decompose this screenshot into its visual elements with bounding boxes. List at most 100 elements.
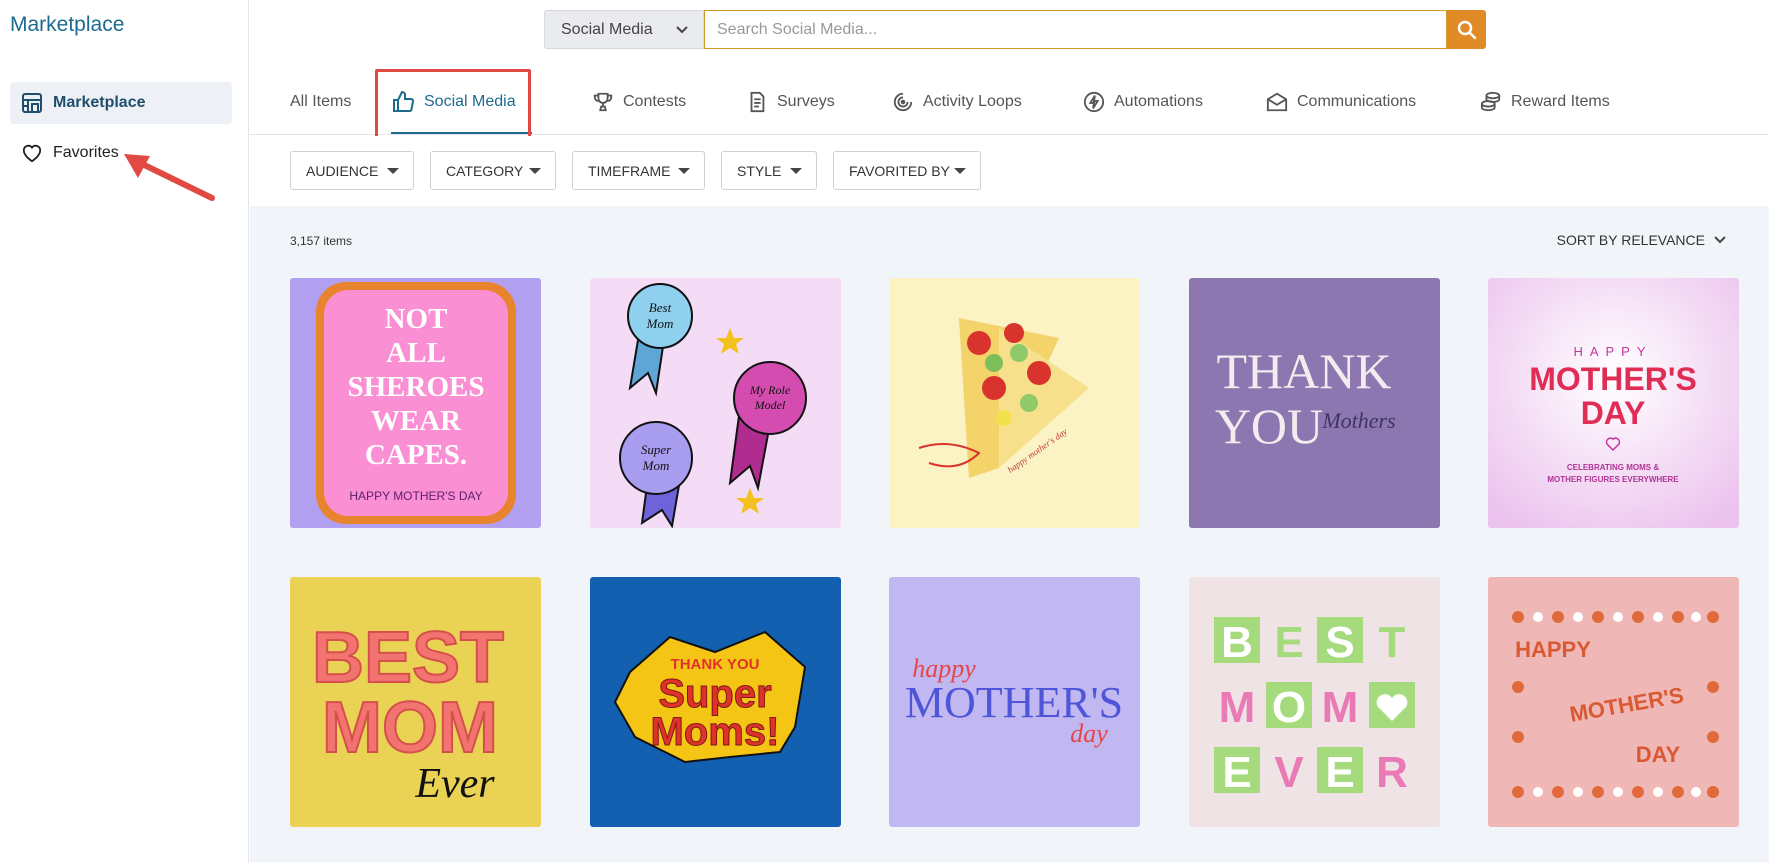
filter-bar: AUDIENCE CATEGORY TIMEFRAME STYLE FAVORI… xyxy=(250,136,1769,206)
filter-favorited-by[interactable]: FAVORITED BY xyxy=(833,151,981,190)
tab-communications[interactable]: Communications xyxy=(1266,70,1416,134)
search-input[interactable] xyxy=(704,10,1447,49)
caret-down-icon xyxy=(529,168,541,174)
coins-icon xyxy=(1480,91,1502,113)
tab-automations[interactable]: Automations xyxy=(1083,70,1203,134)
card-text: E xyxy=(1222,748,1251,797)
chevron-down-icon xyxy=(1714,236,1726,244)
card-thumbnail: happy MOTHER'S day xyxy=(889,577,1140,827)
tab-reward-items[interactable]: Reward Items xyxy=(1480,70,1610,134)
card-text: Model xyxy=(754,398,786,412)
tab-all-items[interactable]: All Items xyxy=(290,70,351,134)
item-card[interactable]: BEST MOM Ever xyxy=(290,577,541,827)
tab-label: Communications xyxy=(1297,93,1417,110)
card-text: HAPPY xyxy=(1515,637,1591,662)
filter-label: FAVORITED BY xyxy=(849,162,950,179)
sort-dropdown[interactable]: SORT BY RELEVANCE xyxy=(1557,232,1727,248)
item-card[interactable]: HAPPY MOTHER'S DAY xyxy=(1488,577,1739,827)
card-text: R xyxy=(1376,748,1408,797)
loop-icon xyxy=(892,91,914,113)
sidebar-item-marketplace[interactable]: Marketplace xyxy=(10,82,232,124)
card-text: My Role xyxy=(749,383,791,397)
card-text: B xyxy=(1221,618,1253,667)
tab-activity-loops[interactable]: Activity Loops xyxy=(892,70,1022,134)
tab-label: Reward Items xyxy=(1511,93,1610,110)
card-text: Ever xyxy=(414,761,495,807)
card-thumbnail: THANK YOU Mothers xyxy=(1189,278,1440,528)
tab-label: Automations xyxy=(1114,93,1203,110)
bolt-icon xyxy=(1083,91,1105,113)
results-count: 3,157 items xyxy=(290,234,353,248)
caret-down-icon xyxy=(387,168,399,174)
tab-surveys[interactable]: Surveys xyxy=(746,70,835,134)
card-text: BEST xyxy=(312,618,504,698)
card-text: MOM xyxy=(322,688,498,768)
chevron-down-icon xyxy=(676,26,688,34)
card-thumbnail: BEST MOM Ever xyxy=(290,577,541,827)
filter-label: STYLE xyxy=(737,162,782,179)
item-card[interactable]: Best Mom My Role Model Super Mom xyxy=(590,278,841,528)
results-area: 3,157 items SORT BY RELEVANCE NOT ALL SH… xyxy=(250,206,1769,862)
card-text: Moms! xyxy=(651,710,780,754)
card-text: Super xyxy=(641,442,672,457)
search-button[interactable] xyxy=(1447,10,1486,49)
card-thumbnail: THANK YOU Super Moms! xyxy=(590,577,841,827)
sort-label: SORT BY RELEVANCE xyxy=(1556,232,1705,248)
card-text: Mothers xyxy=(1321,408,1395,433)
sidebar-title: Marketplace xyxy=(10,13,125,36)
heart-icon xyxy=(19,140,45,166)
item-card[interactable]: B E S T M O M E V E R xyxy=(1189,577,1440,827)
filter-label: AUDIENCE xyxy=(306,162,379,179)
tab-label: Social Media xyxy=(424,93,516,110)
card-text: E xyxy=(1274,618,1303,667)
card-thumbnail: B E S T M O M E V E R xyxy=(1189,577,1440,827)
store-icon xyxy=(19,90,45,116)
card-text: T xyxy=(1379,618,1406,667)
sidebar: Marketplace Marketplace Favorites xyxy=(0,0,249,862)
search-category-label: Social Media xyxy=(561,20,653,38)
item-card[interactable]: HAPPY MOTHER'S DAY CELEBRATING MOMS & MO… xyxy=(1488,278,1739,528)
card-text: O xyxy=(1272,683,1306,732)
card-text: MOTHER FIGURES EVERYWHERE xyxy=(1547,475,1679,484)
card-text: MOTHER'S xyxy=(1529,361,1697,397)
card-text: Mom xyxy=(646,316,674,331)
card-thumbnail: HAPPY MOTHER'S DAY xyxy=(1488,577,1739,827)
filter-audience[interactable]: AUDIENCE xyxy=(290,151,414,190)
card-text: HAPPY xyxy=(1573,344,1652,359)
tab-social-media[interactable]: Social Media xyxy=(391,70,532,134)
search-icon xyxy=(1457,20,1476,39)
card-text: THANK YOU xyxy=(671,656,760,673)
filter-timeframe[interactable]: TIMEFRAME xyxy=(572,151,705,190)
item-card[interactable]: NOT ALL SHEROES WEAR CAPES. HAPPY MOTHER… xyxy=(290,278,541,528)
caret-down-icon xyxy=(790,168,802,174)
clipboard-icon xyxy=(746,91,768,113)
card-text: CAPES. xyxy=(365,439,467,471)
item-card[interactable]: THANK YOU Super Moms! xyxy=(590,577,841,827)
item-card[interactable]: THANK YOU Mothers xyxy=(1189,278,1440,528)
thumbs-up-icon xyxy=(391,90,415,114)
tab-contests[interactable]: Contests xyxy=(592,70,686,134)
filter-label: TIMEFRAME xyxy=(588,162,671,179)
item-card[interactable]: happy MOTHER'S day xyxy=(889,577,1140,827)
card-thumbnail: happy mother's day xyxy=(889,278,1140,528)
card-text: day xyxy=(1070,719,1108,748)
card-text: SHEROES xyxy=(348,371,485,403)
annotation-arrow-icon xyxy=(124,154,215,201)
card-text: Mom xyxy=(642,458,670,473)
tab-label: Surveys xyxy=(777,93,835,110)
trophy-icon xyxy=(592,91,614,113)
card-text: NOT xyxy=(385,303,448,335)
item-card[interactable]: happy mother's day xyxy=(889,278,1140,528)
filter-label: CATEGORY xyxy=(446,162,524,179)
tab-label: Activity Loops xyxy=(923,93,1022,110)
filter-style[interactable]: STYLE xyxy=(721,151,817,190)
search-category-select[interactable]: Social Media xyxy=(544,10,704,49)
card-text: WEAR xyxy=(371,405,462,437)
sidebar-item-label: Marketplace xyxy=(53,94,146,111)
tab-label: Contests xyxy=(623,93,687,110)
card-thumbnail: HAPPY MOTHER'S DAY CELEBRATING MOMS & MO… xyxy=(1488,278,1739,528)
filter-category[interactable]: CATEGORY xyxy=(430,151,556,190)
caret-down-icon xyxy=(954,168,966,174)
card-text: E xyxy=(1325,748,1354,797)
tab-label: All Items xyxy=(290,93,352,110)
